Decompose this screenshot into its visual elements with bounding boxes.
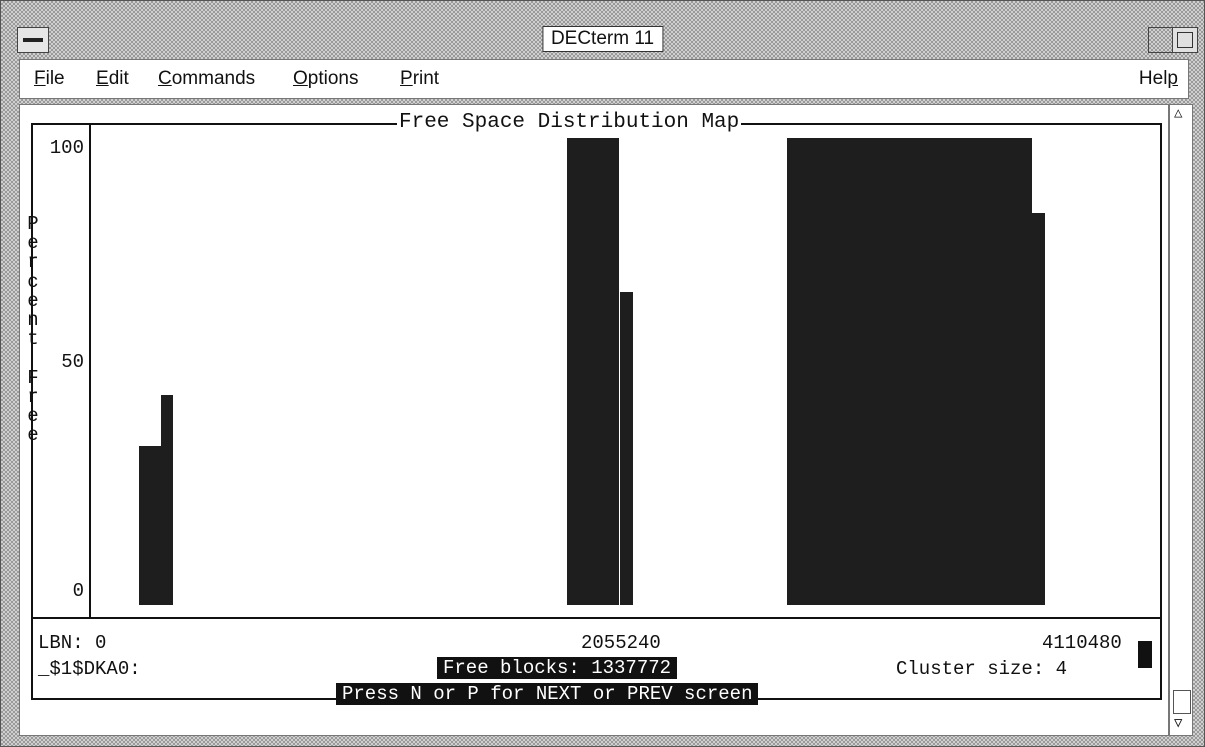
menu-edit[interactable]: Edit <box>96 68 129 90</box>
menu-help[interactable]: Help <box>1139 68 1178 90</box>
menu-options[interactable]: Options <box>293 68 358 90</box>
menu-print[interactable]: Print <box>400 68 439 90</box>
window-menu-icon <box>23 38 43 42</box>
title-bar[interactable]: DECterm 11 <box>5 23 1200 57</box>
lbn-mid: 2055240 <box>581 632 661 654</box>
minimize-button[interactable] <box>1148 27 1174 53</box>
menu-bar: File Edit Commands Options Print Help <box>19 59 1189 99</box>
free-space-bar <box>566 138 620 605</box>
decterm-window: DECterm 11 File Edit Commands Options Pr… <box>0 0 1205 747</box>
free-space-bar <box>1031 212 1046 605</box>
maximize-button[interactable] <box>1172 27 1198 53</box>
text-cursor <box>1138 641 1152 668</box>
cluster-size: Cluster size: 4 <box>896 658 1068 680</box>
scroll-up-icon[interactable]: △ <box>1174 107 1182 121</box>
terminal-screen[interactable]: Free Space Distribution Map 100 50 0 Per… <box>19 104 1169 736</box>
free-space-bar <box>138 446 161 605</box>
vertical-scrollbar[interactable]: △ ▽ <box>1169 104 1193 736</box>
maximize-icon <box>1177 32 1193 48</box>
free-space-bar <box>160 394 174 605</box>
scroll-down-icon[interactable]: ▽ <box>1174 717 1182 731</box>
menu-commands[interactable]: Commands <box>158 68 255 90</box>
scroll-thumb[interactable] <box>1173 690 1191 714</box>
menu-file[interactable]: File <box>34 68 65 90</box>
lbn-end: 4110480 <box>1042 632 1122 654</box>
window-title: DECterm 11 <box>541 26 664 52</box>
lbn-start: LBN: 0 <box>38 632 107 654</box>
window-menu-button[interactable] <box>17 27 49 53</box>
free-space-bar <box>786 138 1032 605</box>
menu-mnemonic: F <box>34 68 46 89</box>
free-blocks: Free blocks: 1337772 <box>437 657 678 679</box>
device-name: _$1$DKA0: <box>38 658 141 680</box>
navigation-prompt: Press N or P for NEXT or PREV screen <box>336 683 759 705</box>
free-space-bar <box>619 292 634 605</box>
